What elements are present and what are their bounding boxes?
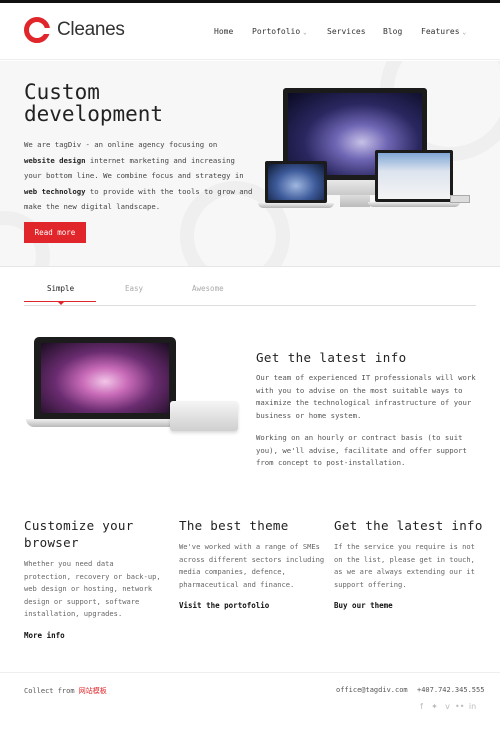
nav-label: Blog: [383, 27, 403, 36]
hero-text-bold: website design: [24, 155, 86, 165]
device-image: [450, 195, 470, 203]
column-text: We've worked with a range of SMEs across…: [179, 542, 325, 589]
tab-simple[interactable]: Simple: [47, 284, 74, 293]
hero-title-line: development: [24, 102, 164, 126]
column-text: If the service you require is not on the…: [334, 542, 475, 589]
column-title: The best theme: [179, 518, 289, 533]
twitter-icon[interactable]: ✦: [430, 702, 439, 711]
linkedin-icon[interactable]: in: [468, 702, 477, 711]
footer-credit-text: Collect from: [24, 687, 79, 695]
hero-title: Custom development: [24, 81, 254, 125]
buy-theme-link[interactable]: Buy our theme: [334, 601, 484, 610]
column-title: Get the latest info: [334, 518, 483, 533]
macbook-air-image: [265, 161, 327, 203]
chevron-down-icon: ⌄: [462, 29, 467, 36]
tab-easy[interactable]: Easy: [125, 284, 143, 293]
feature-column: The best theme We've worked with a range…: [179, 517, 325, 610]
nav-item-features[interactable]: Features ⌄: [421, 27, 466, 36]
nav-label: Services: [327, 27, 366, 36]
nav-label: Portofolio: [252, 27, 301, 36]
footer-credit-link[interactable]: 网站模板: [79, 687, 107, 695]
nav-item-services[interactable]: Services: [327, 27, 366, 36]
imac-stand: [340, 195, 370, 207]
hero-section: Custom development We are tagDiv - an on…: [0, 61, 500, 267]
macbook-pro-image: [34, 337, 176, 419]
footer-credit: Collect from 网站模板: [24, 686, 107, 696]
vimeo-icon[interactable]: v: [443, 702, 452, 711]
laptop-base: [258, 203, 334, 208]
hero-text-part: We are tagDiv - an online agency focusin…: [24, 140, 218, 149]
info-paragraph: Working on an hourly or contract basis (…: [256, 433, 467, 468]
macbook-pro-base: [26, 419, 184, 427]
info-title: Get the latest info: [256, 350, 407, 365]
footer-email[interactable]: office@tagdiv.com: [336, 686, 408, 694]
hero-description: We are tagDiv - an online agency focusin…: [24, 137, 254, 215]
feature-column: Get the latest info If the service you r…: [334, 517, 484, 610]
main-nav: Home Portofolio ⌄ Services Blog Features ⌄: [0, 27, 500, 41]
nav-item-home[interactable]: Home: [214, 27, 233, 36]
footer-phone: +407.742.345.555: [417, 686, 485, 694]
active-tab-pointer: [57, 301, 65, 305]
nav-label: Features: [421, 27, 460, 36]
hero-title-line: Custom: [24, 80, 100, 104]
read-more-button[interactable]: Read more: [24, 222, 86, 243]
footer-divider: [0, 672, 500, 673]
laptop-base: [368, 202, 460, 207]
feature-column: Customize your browser Whether you need …: [24, 517, 164, 640]
nav-item-blog[interactable]: Blog: [383, 27, 402, 36]
site-header: Cleanes Home Portofolio ⌄ Services Blog F…: [0, 3, 500, 60]
more-info-link[interactable]: More info: [24, 631, 164, 640]
column-title: Customize your browser: [24, 518, 134, 550]
feature-tabs: Simple Easy Awesome: [24, 276, 476, 306]
facebook-icon[interactable]: f: [417, 702, 426, 711]
external-drive-image: [170, 401, 238, 431]
visit-portofolio-link[interactable]: Visit the portofolio: [179, 601, 325, 610]
info-paragraph: Our team of experienced IT professionals…: [256, 373, 476, 420]
nav-item-portofolio[interactable]: Portofolio ⌄: [252, 27, 307, 36]
tab-awesome[interactable]: Awesome: [192, 284, 224, 293]
flickr-icon[interactable]: ••: [455, 702, 464, 711]
macbook-image: [375, 150, 453, 202]
column-text: Whether you need data protection, recove…: [24, 559, 161, 619]
chevron-down-icon: ⌄: [303, 29, 307, 36]
hero-text-bold: web technology: [24, 186, 86, 196]
nav-label: Home: [214, 27, 234, 36]
